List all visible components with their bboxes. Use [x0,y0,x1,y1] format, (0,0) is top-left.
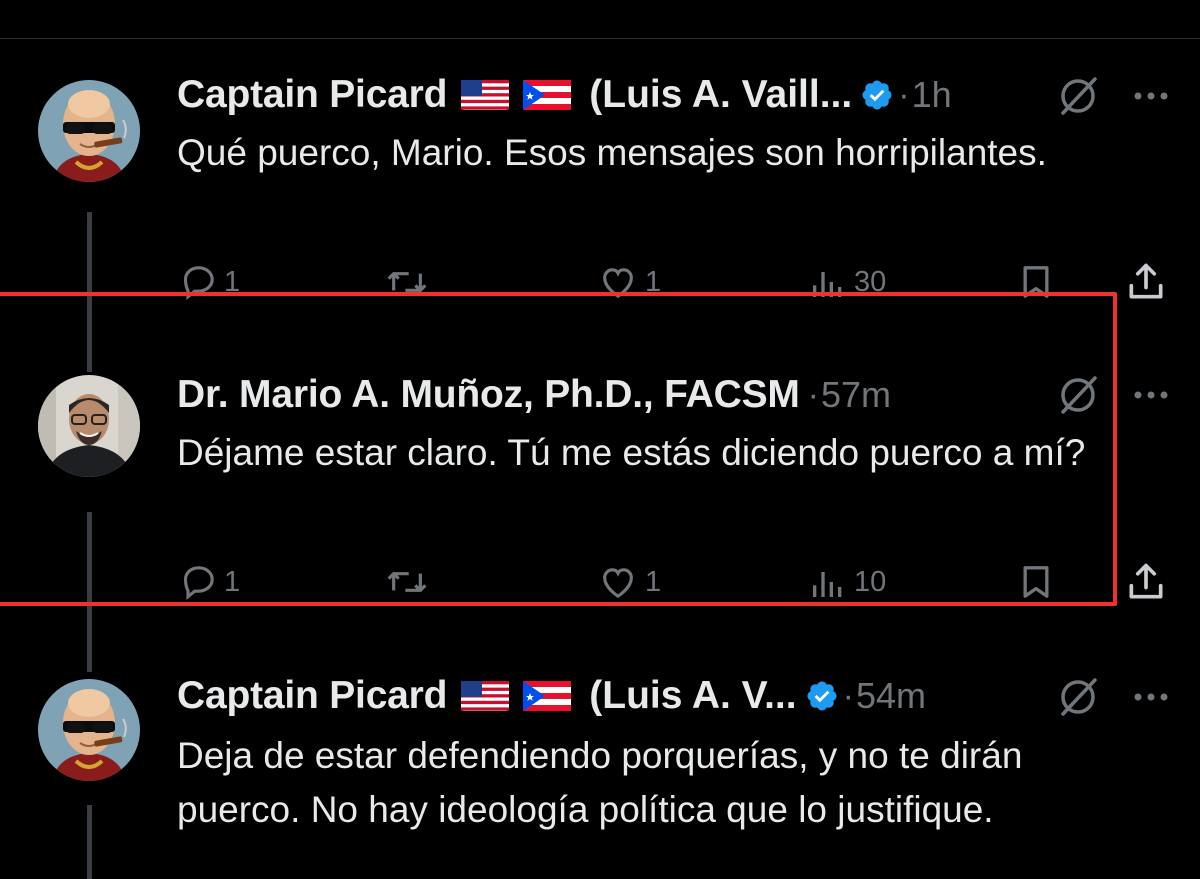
author-name-suffix[interactable]: (Luis A. V... [589,674,796,718]
puerto-rico-flag-icon [523,80,572,110]
top-divider [0,38,1200,39]
more-icon[interactable] [1128,372,1174,418]
tweet-captain-picard-2[interactable]: Captain Picard (Luis A. V... · 54m Deja … [0,673,1200,879]
verified-badge-icon [860,78,894,112]
author-name[interactable]: Captain Picard [177,674,447,718]
grok-icon[interactable] [1055,73,1101,119]
more-icon[interactable] [1128,674,1174,720]
tweet-header: Captain Picard (Luis A. V... · 54m [177,673,926,719]
avatar-captain-picard[interactable] [38,80,140,182]
author-name-suffix[interactable]: (Luis A. Vaill... [589,73,852,117]
tweet-header: Captain Picard (Luis A. Vaill... · 1h [177,72,952,118]
verified-badge-icon [805,679,839,713]
avatar-captain-picard[interactable] [38,679,140,781]
separator-dot: · [842,676,854,715]
us-flag-icon [461,681,510,711]
puerto-rico-flag-icon [523,681,572,711]
tweet-captain-picard-1[interactable]: Captain Picard (Luis A. Vaill... · 1h Qu… [0,70,1200,305]
share-button[interactable] [1124,260,1168,304]
more-icon[interactable] [1128,73,1174,119]
author-name[interactable]: Captain Picard [177,73,447,117]
share-button[interactable] [1124,560,1168,604]
tweet-text: Qué puerco, Mario. Esos mensajes son hor… [177,132,1047,173]
grok-icon[interactable] [1055,674,1101,720]
tweet-time[interactable]: 54m [856,675,926,717]
separator-dot: · [898,75,910,114]
us-flag-icon [461,80,510,110]
share-icon [1129,263,1163,299]
highlight-box [0,292,1117,606]
tweet-time[interactable]: 1h [912,74,952,116]
avatar-picard-image [38,80,140,182]
avatar-picard-image [38,679,140,781]
tweet-text: Deja de estar defendiendo porquerías, y … [177,735,1023,830]
share-icon [1129,563,1163,599]
